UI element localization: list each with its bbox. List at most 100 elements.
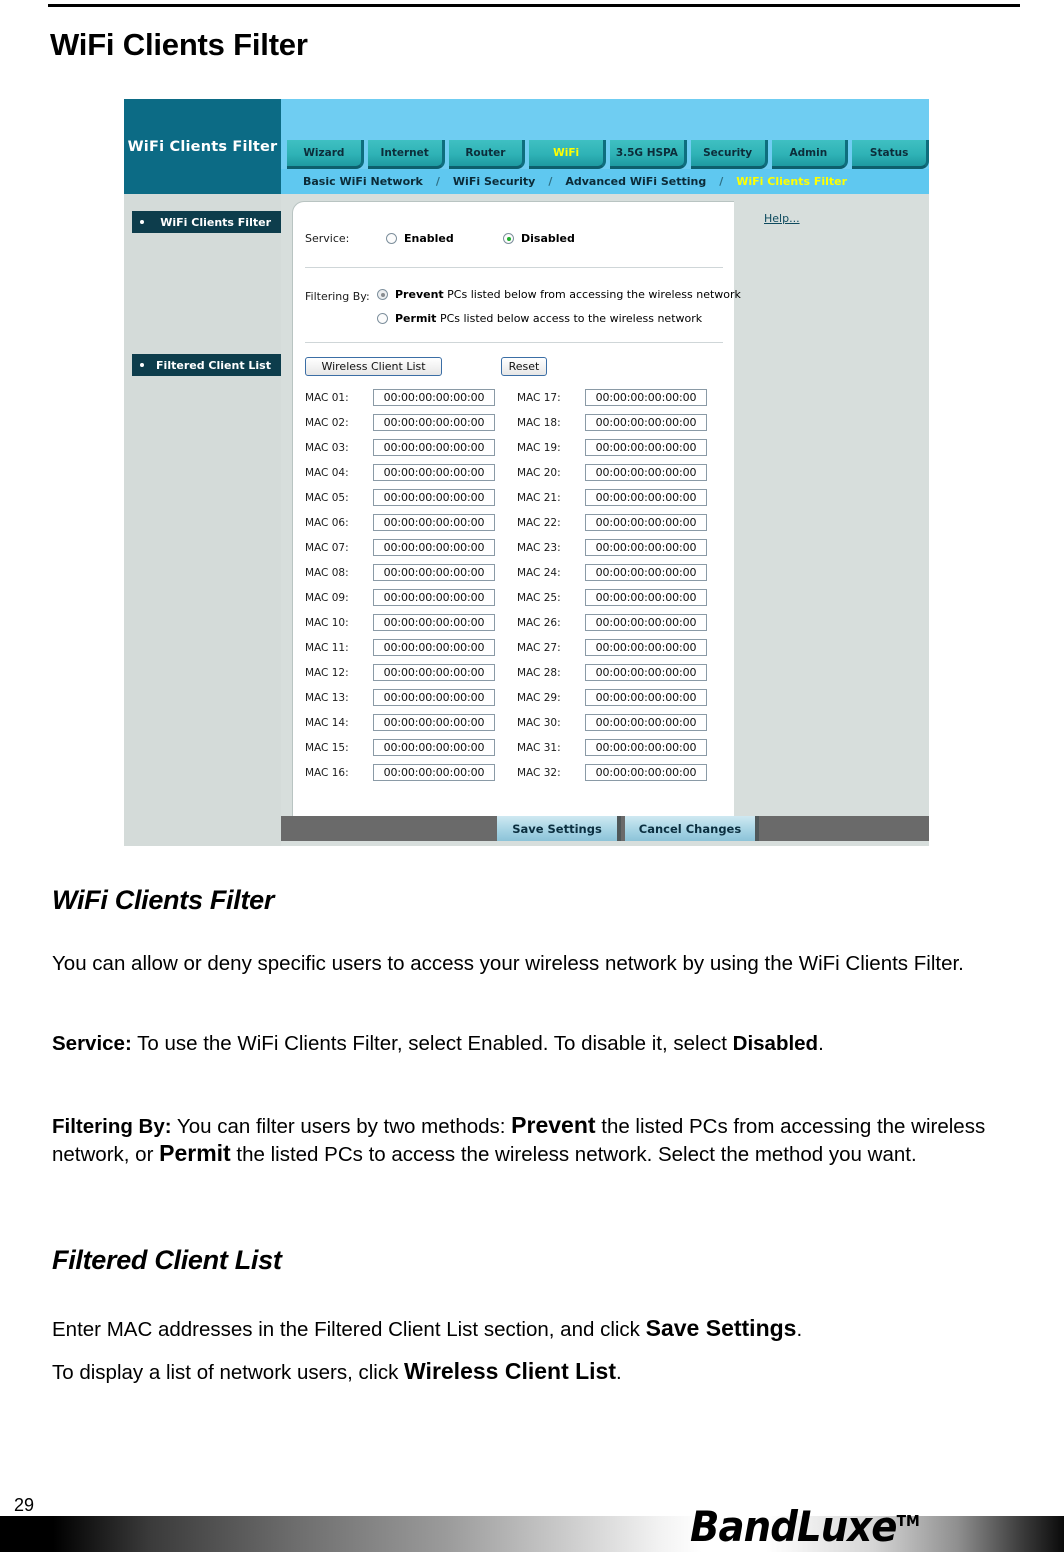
mac-input[interactable]: 00:00:00:00:00:00: [585, 614, 707, 631]
mac-label: MAC 10:: [305, 616, 349, 629]
filtering-text-1: You can filter users by two methods:: [171, 1115, 512, 1138]
mac-input[interactable]: 00:00:00:00:00:00: [373, 639, 495, 656]
nav-tab-status[interactable]: Status: [852, 140, 929, 169]
mac-input[interactable]: 00:00:00:00:00:00: [585, 764, 707, 781]
cancel-changes-button[interactable]: Cancel Changes: [625, 816, 759, 841]
mac-label: MAC 17:: [517, 391, 561, 404]
mac-label: MAC 23:: [517, 541, 561, 554]
radio-icon[interactable]: [386, 233, 397, 244]
mac-input[interactable]: 00:00:00:00:00:00: [585, 714, 707, 731]
service-option-disabled[interactable]: Disabled: [503, 232, 575, 245]
mac-input[interactable]: 00:00:00:00:00:00: [373, 514, 495, 531]
mac-input[interactable]: 00:00:00:00:00:00: [373, 689, 495, 706]
service-term: Service:: [52, 1032, 132, 1055]
nav-tab-router[interactable]: Router: [448, 140, 526, 169]
breadcrumb-item-wifi-security[interactable]: WiFi Security: [453, 175, 535, 188]
mac-input[interactable]: 00:00:00:00:00:00: [373, 739, 495, 756]
filtering-term: Filtering By:: [52, 1115, 172, 1138]
bandluxe-logo-text: BandLuxe: [690, 1502, 898, 1551]
mac-input[interactable]: 00:00:00:00:00:00: [585, 689, 707, 706]
mac-row: MAC 12: 00:00:00:00:00:00: [305, 660, 495, 685]
help-link[interactable]: Help...: [764, 212, 800, 225]
wireless-client-list-button[interactable]: Wireless Client List: [305, 357, 442, 376]
mac-column-left: MAC 01: 00:00:00:00:00:00 MAC 02: 00:00:00:…: [305, 385, 495, 785]
mac-input[interactable]: 00:00:00:00:00:00: [585, 664, 707, 681]
sidebar-item-wifi-clients-filter[interactable]: WiFi Clients Filter: [132, 211, 281, 233]
filtering-option-permit-rest: PCs listed below access to the wireless …: [436, 312, 703, 325]
mac-row: MAC 04: 00:00:00:00:00:00: [305, 460, 495, 485]
service-text-1: To use the WiFi Clients Filter, select E…: [131, 1032, 733, 1055]
service-option-enabled[interactable]: Enabled: [386, 232, 454, 245]
mac-input[interactable]: 00:00:00:00:00:00: [585, 639, 707, 656]
mac-row: MAC 07: 00:00:00:00:00:00: [305, 535, 495, 560]
mac-input[interactable]: 00:00:00:00:00:00: [585, 539, 707, 556]
breadcrumb-separator: /: [548, 175, 553, 188]
mac-input[interactable]: 00:00:00:00:00:00: [373, 489, 495, 506]
mac-row: MAC 26: 00:00:00:00:00:00: [517, 610, 707, 635]
mac-input[interactable]: 00:00:00:00:00:00: [373, 414, 495, 431]
mac-input[interactable]: 00:00:00:00:00:00: [585, 564, 707, 581]
mac-input[interactable]: 00:00:00:00:00:00: [585, 514, 707, 531]
mac-input[interactable]: 00:00:00:00:00:00: [585, 739, 707, 756]
mac-label: MAC 30:: [517, 716, 561, 729]
reset-button[interactable]: Reset: [501, 357, 547, 376]
mac-label: MAC 04:: [305, 466, 349, 479]
radio-selected-icon[interactable]: [377, 289, 388, 300]
mac-input[interactable]: 00:00:00:00:00:00: [373, 714, 495, 731]
mac-input[interactable]: 00:00:00:00:00:00: [373, 589, 495, 606]
mac-label: MAC 03:: [305, 441, 349, 454]
ui-breadcrumb[interactable]: Basic WiFi Network / WiFi Security / Advance…: [281, 169, 929, 194]
mac-input[interactable]: 00:00:00:00:00:00: [373, 539, 495, 556]
sidebar-item-filtered-client-list[interactable]: Filtered Client List: [132, 354, 281, 376]
mac-input[interactable]: 00:00:00:00:00:00: [373, 614, 495, 631]
mac-input[interactable]: 00:00:00:00:00:00: [373, 564, 495, 581]
mac-label: MAC 16:: [305, 766, 349, 779]
breadcrumb-item-advanced-wifi-setting[interactable]: Advanced WiFi Setting: [565, 175, 706, 188]
save-settings-button[interactable]: Save Settings: [497, 816, 621, 841]
mac-label: MAC 22:: [517, 516, 561, 529]
mac-input[interactable]: 00:00:00:00:00:00: [585, 414, 707, 431]
nav-tab-wizard[interactable]: Wizard: [287, 140, 364, 169]
ui-nav-tabs[interactable]: Wizard Internet Router WiFi 3.5G HSPA Securit…: [281, 140, 929, 169]
nav-tab-label: Wizard: [303, 147, 345, 159]
filtering-option-permit[interactable]: Permit PCs listed below access to the wi…: [377, 312, 702, 325]
mac-input[interactable]: 00:00:00:00:00:00: [585, 439, 707, 456]
nav-tab-label: Router: [465, 147, 506, 159]
mac-row: MAC 27: 00:00:00:00:00:00: [517, 635, 707, 660]
mac-row: MAC 23: 00:00:00:00:00:00: [517, 535, 707, 560]
ui-brand-label: WiFi Clients Filter: [127, 138, 278, 155]
section-heading-wifi-clients-filter: WiFi Clients Filter: [52, 885, 275, 915]
service-option-enabled-label: Enabled: [404, 232, 454, 245]
filtering-option-prevent[interactable]: Prevent PCs listed below from accessing …: [377, 288, 741, 301]
mac-input[interactable]: 00:00:00:00:00:00: [585, 589, 707, 606]
radio-icon[interactable]: [377, 313, 388, 324]
mac-input[interactable]: 00:00:00:00:00:00: [585, 464, 707, 481]
mac-label: MAC 01:: [305, 391, 349, 404]
nav-tab-3-5g-hspa[interactable]: 3.5G HSPA: [610, 140, 687, 169]
radio-selected-icon[interactable]: [503, 233, 514, 244]
nav-tab-wifi[interactable]: WiFi: [529, 140, 606, 169]
filtering-paragraph: Filtering By: You can filter users by tw…: [52, 1112, 992, 1168]
mac-input[interactable]: 00:00:00:00:00:00: [585, 389, 707, 406]
service-paragraph: Service: To use the WiFi Clients Filter,…: [52, 1030, 992, 1057]
mac-input[interactable]: 00:00:00:00:00:00: [373, 764, 495, 781]
mac-row: MAC 08: 00:00:00:00:00:00: [305, 560, 495, 585]
mac-label: MAC 20:: [517, 466, 561, 479]
mac-row: MAC 05: 00:00:00:00:00:00: [305, 485, 495, 510]
service-option-disabled-label: Disabled: [521, 232, 575, 245]
mac-input[interactable]: 00:00:00:00:00:00: [373, 389, 495, 406]
breadcrumb-item-basic-wifi-network[interactable]: Basic WiFi Network: [303, 175, 423, 188]
mac-input[interactable]: 00:00:00:00:00:00: [373, 439, 495, 456]
nav-tab-admin[interactable]: Admin: [771, 140, 849, 169]
breadcrumb-separator: /: [719, 175, 724, 188]
nav-tab-internet[interactable]: Internet: [367, 140, 445, 169]
mac-input[interactable]: 00:00:00:00:00:00: [373, 464, 495, 481]
mac-label: MAC 13:: [305, 691, 349, 704]
mac-input[interactable]: 00:00:00:00:00:00: [373, 664, 495, 681]
nav-tab-security[interactable]: Security: [690, 140, 768, 169]
mac-label: MAC 15:: [305, 741, 349, 754]
breadcrumb-item-wifi-clients-filter[interactable]: WiFi Clients Filter: [736, 175, 847, 188]
mac-row: MAC 15: 00:00:00:00:00:00: [305, 735, 495, 760]
mac-input[interactable]: 00:00:00:00:00:00: [585, 489, 707, 506]
mac-row: MAC 28: 00:00:00:00:00:00: [517, 660, 707, 685]
